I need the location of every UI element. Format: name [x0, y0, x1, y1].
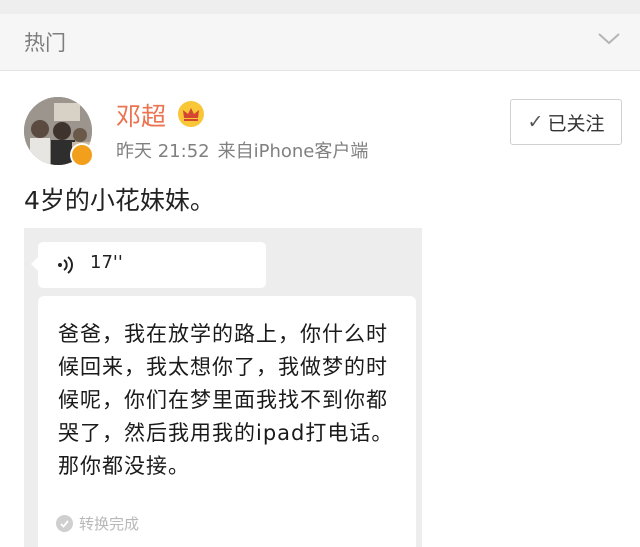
check-circle-icon — [56, 515, 73, 532]
verified-badge-icon — [70, 143, 94, 167]
post-meta: 昨天 21:52 来自iPhone客户端 — [116, 137, 376, 163]
chevron-down-icon[interactable] — [596, 28, 622, 48]
voice-duration: 17'' — [90, 252, 123, 273]
section-title: 热门 — [24, 31, 66, 55]
author-name[interactable]: 邓超 — [116, 97, 166, 133]
embedded-screenshot[interactable]: 17'' 爸爸，我在放学的路上，你什么时候回来，我太想你了，我做梦的时候呢，你们… — [24, 228, 422, 547]
transcript-text: 爸爸，我在放学的路上，你什么时候回来，我太想你了，我做梦的时候呢，你们在梦里面我… — [58, 322, 394, 478]
follow-label: 已关注 — [547, 112, 605, 135]
crown-icon[interactable] — [178, 101, 204, 127]
conversion-status: 转换完成 — [56, 513, 139, 534]
follow-button[interactable]: ✓ 已关注 — [510, 99, 622, 145]
weibo-post-card: 邓超 昨天 21:52 来自iPhone客户端 ✓ 已关注 4岁的小花妹妹。 17… — [0, 71, 640, 547]
post-time: 昨天 21:52 — [116, 141, 210, 162]
transcript-box: 爸爸，我在放学的路上，你什么时候回来，我太想你了，我做梦的时候呢，你们在梦里面我… — [38, 296, 416, 547]
top-strip — [0, 0, 640, 14]
voice-wave-icon — [58, 256, 73, 274]
voice-message-bubble[interactable]: 17'' — [31, 242, 266, 288]
status-label: 转换完成 — [79, 515, 140, 533]
check-icon: ✓ — [527, 111, 544, 133]
post-source[interactable]: 来自iPhone客户端 — [218, 141, 369, 162]
post-text: 4岁的小花妹妹。 — [24, 186, 215, 215]
hot-section-header[interactable]: 热门 — [0, 14, 640, 71]
